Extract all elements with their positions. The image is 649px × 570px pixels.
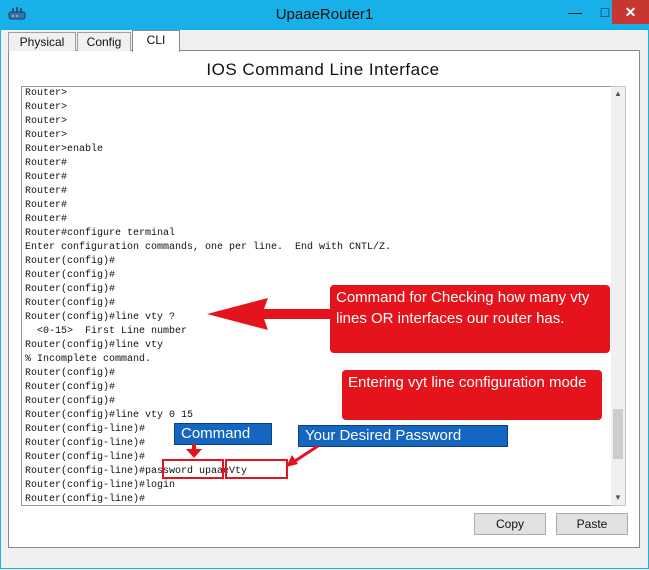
arrow-to-line-vty-icon bbox=[207, 298, 330, 330]
copy-button[interactable]: Copy bbox=[474, 513, 546, 535]
paste-button[interactable]: Paste bbox=[556, 513, 628, 535]
arrow-to-command-icon bbox=[186, 444, 202, 458]
arrow-to-password-icon bbox=[286, 444, 319, 467]
tab-cli[interactable]: CLI bbox=[132, 30, 180, 52]
annotation-arrows bbox=[186, 298, 330, 467]
